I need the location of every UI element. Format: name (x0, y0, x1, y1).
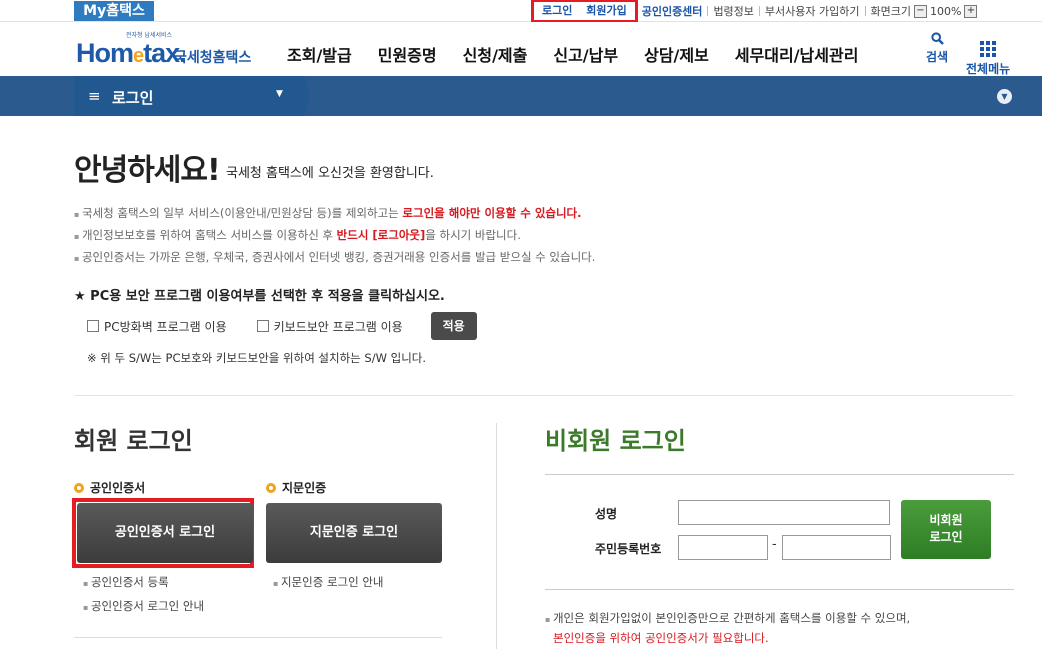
cert-register-link[interactable]: 공인인증서 등록 (83, 571, 204, 595)
member-divider (74, 637, 442, 638)
divider (707, 6, 709, 16)
welcome-title: 안녕하세요! (74, 153, 221, 188)
nonmember-note-line2: 본인인증을 위하여 공인인증서가 필요합니다. (553, 631, 769, 645)
divider (864, 6, 866, 16)
zoom-value: 100% (929, 4, 962, 18)
keyboard-security-checkbox[interactable] (256, 320, 269, 332)
logo-home: Hom (76, 38, 134, 68)
cert-login-button[interactable]: 공인인증서 로그인 (77, 503, 253, 563)
nav-item-filing[interactable]: 신고/납부 (553, 42, 618, 66)
my-hometax-tab[interactable]: My홈택스 (74, 1, 154, 21)
login-notes: 국세청 홈택스의 일부 서비스(이용안내/민원상담 등)를 제외하고는 로그인을… (74, 203, 595, 269)
nonmember-button-line1: 비회원 (929, 513, 963, 527)
nonmember-note-line1: 개인은 회원가입없이 본인인증만으로 간편하게 홈택스를 이용할 수 있으며, (545, 609, 910, 629)
search-button[interactable]: 검색 (926, 32, 948, 65)
screen-size-label: 화면크기 (870, 5, 911, 18)
note-item: 국세청 홈택스의 일부 서비스(이용안내/민원상담 등)를 제외하고는 로그인을… (74, 203, 595, 225)
firewall-label: PC방화벽 프로그램 이용 (104, 319, 227, 334)
rrn-back-input[interactable] (782, 535, 891, 560)
note-text: 개인정보보호를 위하여 홈택스 서비스를 이용하신 후 (81, 228, 337, 242)
search-label: 검색 (926, 50, 949, 64)
firewall-option[interactable]: PC방화벽 프로그램 이용 (87, 318, 227, 335)
dropdown-arrow-icon: ▼ (276, 89, 283, 99)
expand-circle-icon[interactable]: ▼ (997, 89, 1012, 104)
nav-item-certificates[interactable]: 민원증명 (378, 42, 437, 66)
zoom-out-button[interactable]: − (913, 4, 927, 18)
cert-center-link[interactable]: 공인인증센터 (642, 3, 703, 19)
rrn-label: 주민등록번호 (595, 542, 662, 556)
fingerprint-login-button[interactable]: 지문인증 로그인 (266, 503, 442, 563)
location-chevron-shape (290, 76, 310, 116)
hamburger-icon: ≡ (88, 87, 101, 105)
fingerprint-heading: 지문인증 (266, 479, 326, 496)
firewall-checkbox[interactable] (87, 320, 99, 332)
fingerprint-links: 지문인증 로그인 안내 (273, 571, 384, 595)
search-icon (926, 32, 948, 48)
fingerprint-heading-text: 지문인증 (282, 481, 327, 495)
nonmember-note: 개인은 회원가입없이 본인인증만으로 간편하게 홈택스를 이용할 수 있으며, … (545, 609, 910, 648)
nonmember-login-button[interactable]: 비회원 로그인 (901, 500, 991, 559)
section-divider (74, 395, 1014, 396)
security-program-title: ★ PC용 보안 프로그램 이용여부를 선택한 후 적용을 클릭하십시오. (74, 289, 445, 304)
grid-menu-icon (966, 32, 1010, 60)
logo-korean: 국세청홈택스 (174, 50, 252, 66)
apply-button[interactable]: 적용 (430, 312, 477, 340)
cert-heading-text: 공인인증서 (90, 481, 146, 495)
note-item: 공인인증서는 가까운 은행, 우체국, 증권사에서 인터넷 뱅킹, 증권거래용 … (74, 247, 595, 269)
location-bar: ≡ 로그인 ▼ ▼ (0, 76, 1042, 116)
security-sw-note: ※ 위 두 S/W는 PC보호와 키보드보안을 위하여 설치하는 S/W 입니다… (87, 351, 427, 365)
zoom-in-button[interactable]: + (964, 4, 978, 18)
utility-links: 로그인 회원가입 공인인증센터 법령정보 부서사용자 가입하기 화면크기 − 1… (531, 0, 980, 23)
dept-user-signup-link[interactable]: 부서사용자 가입하기 (765, 3, 860, 19)
bullet-icon (74, 482, 84, 493)
law-info-link[interactable]: 법령정보 (713, 3, 753, 19)
note-text: 국세청 홈택스의 일부 서비스(이용안내/민원상담 등)를 제외하고는 (81, 206, 403, 220)
name-input[interactable] (678, 500, 890, 525)
site-header: 전자청 납세서비스 Hometax. 국세청홈택스 조회/발급 민원증명 신청/… (0, 22, 1042, 76)
rrn-separator: - (772, 537, 777, 552)
login-signup-highlight: 로그인 회원가입 (531, 0, 638, 23)
nav-item-tax-agent[interactable]: 세무대리/납세관리 (735, 42, 859, 66)
nav-item-application[interactable]: 신청/제출 (463, 42, 528, 66)
vertical-divider (496, 423, 497, 649)
fingerprint-guide-link[interactable]: 지문인증 로그인 안내 (273, 571, 384, 595)
location-dropdown[interactable]: ≡ 로그인 ▼ (74, 76, 304, 116)
all-menu-button[interactable]: 전체메뉴 (966, 32, 1010, 77)
rrn-front-input[interactable] (678, 535, 768, 560)
note-emphasis: 로그인을 해야만 이용할 수 있습니다. (402, 206, 582, 220)
note-emphasis: 반드시 [로그아웃] (336, 228, 426, 242)
nonmember-button-line2: 로그인 (929, 530, 963, 544)
logo-e: e (133, 45, 144, 67)
keyboard-security-option[interactable]: 키보드보안 프로그램 이용 (256, 318, 403, 335)
cert-heading: 공인인증서 (74, 479, 145, 496)
name-label: 성명 (595, 507, 618, 521)
cert-links: 공인인증서 등록 공인인증서 로그인 안내 (83, 571, 204, 619)
bullet-icon (266, 482, 276, 493)
note-text: 을 하시기 바랍니다. (425, 228, 521, 242)
main-nav: 조회/발급 민원증명 신청/제출 신고/납부 상담/제보 세무대리/납세관리 (287, 42, 884, 66)
utility-bar: My홈택스 로그인 회원가입 공인인증센터 법령정보 부서사용자 가입하기 화면… (0, 0, 1042, 23)
divider (758, 6, 760, 16)
security-options: PC방화벽 프로그램 이용 키보드보안 프로그램 이용 적용 (87, 312, 477, 340)
all-menu-label: 전체메뉴 (966, 62, 1011, 76)
member-login-title: 회원 로그인 (74, 427, 193, 455)
nav-item-consulting[interactable]: 상담/제보 (644, 42, 709, 66)
hometax-logo[interactable]: 전자청 납세서비스 Hometax. 국세청홈택스 (74, 28, 254, 72)
keyboard-security-label: 키보드보안 프로그램 이용 (273, 319, 403, 334)
note-text: 공인인증서는 가까운 은행, 우체국, 증권사에서 인터넷 뱅킹, 증권거래용 … (81, 250, 596, 264)
cert-login-guide-link[interactable]: 공인인증서 로그인 안내 (83, 595, 204, 619)
signup-link[interactable]: 회원가입 (586, 2, 626, 20)
login-link[interactable]: 로그인 (542, 2, 572, 20)
note-item: 개인정보보호를 위하여 홈택스 서비스를 이용하신 후 반드시 [로그아웃]을 … (74, 225, 595, 247)
location-current: 로그인 (112, 89, 154, 107)
nonmember-login-title: 비회원 로그인 (545, 427, 686, 455)
welcome-subtitle: 국세청 홈택스에 오신것을 환영합니다. (226, 166, 434, 181)
logo-wordmark: Hometax. (76, 38, 187, 69)
nav-item-inquiry[interactable]: 조회/발급 (287, 42, 352, 66)
